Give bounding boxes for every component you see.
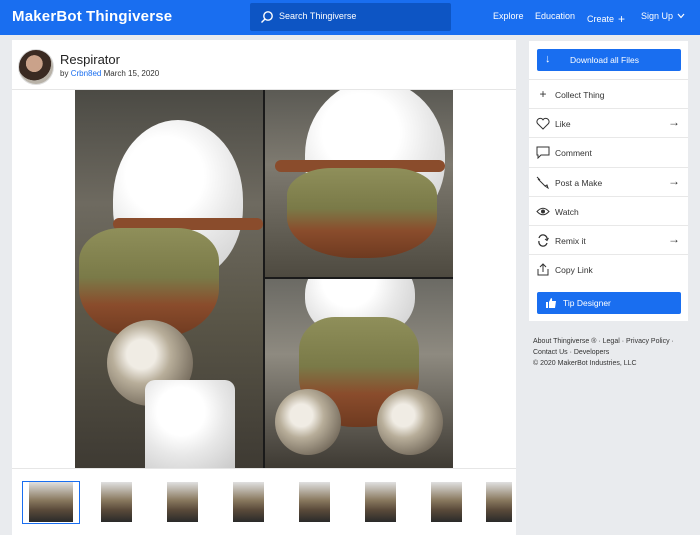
thing-main-card: Respirator by Crbn8ed March 15, 2020	[12, 40, 516, 535]
footer-copyright: © 2020 MakerBot Industries, LLC	[533, 360, 637, 367]
thumbnail[interactable]	[299, 482, 330, 522]
logo-makerbot-text: MakerBot	[12, 8, 82, 25]
nav-education[interactable]: Education	[535, 11, 575, 21]
thumbnail[interactable]	[29, 482, 73, 522]
arrow-right-icon: →	[668, 115, 680, 129]
footer-row-2: Contact Us · Developers	[533, 349, 610, 356]
tip-designer-button[interactable]: Tip Designer	[537, 292, 681, 314]
mask-body	[287, 168, 437, 258]
byline-by: by	[60, 69, 69, 78]
footer-row-1: About Thingiverse ® · Legal · Privacy Po…	[533, 338, 674, 345]
nav-signup-label: Sign Up	[641, 11, 674, 21]
action-label: Like	[555, 119, 571, 129]
thumbnail[interactable]	[365, 482, 396, 522]
footer-row-3: © 2020 MakerBot Industries, LLC	[533, 358, 693, 369]
footer-legal-link[interactable]: Legal	[603, 338, 620, 345]
image-panel-side-view	[75, 90, 263, 468]
action-label: Remix it	[555, 236, 586, 246]
comment-action[interactable]: Comment	[529, 137, 688, 166]
collect-thing-action[interactable]: + Collect Thing	[529, 79, 688, 108]
arrow-right-icon: →	[668, 232, 680, 246]
nav-signup[interactable]: Sign Up	[641, 11, 685, 21]
remix-it-action[interactable]: Remix it →	[529, 225, 688, 254]
share-icon	[537, 263, 549, 276]
copy-link-action[interactable]: Copy Link	[529, 254, 688, 283]
publish-date: March 15, 2020	[103, 69, 160, 78]
comment-icon	[536, 146, 550, 159]
thumbnail[interactable]	[486, 482, 512, 522]
nav-explore[interactable]: Explore	[493, 11, 524, 21]
like-action[interactable]: Like →	[529, 108, 688, 137]
post-a-make-action[interactable]: Post a Make →	[529, 167, 688, 196]
logo-thingiverse-text: Thingiverse	[85, 8, 173, 25]
main-image[interactable]	[75, 90, 453, 468]
top-navigation-bar: MakerBot Thingiverse Search Thingiverse E…	[0, 0, 700, 35]
watch-action[interactable]: Watch	[529, 196, 688, 225]
chevron-down-icon	[677, 13, 685, 19]
action-label: Post a Make	[555, 178, 603, 188]
footer-contact-link[interactable]: Contact Us	[533, 349, 568, 356]
thing-title: Respirator	[60, 52, 120, 67]
thing-actions-card: ↓ Download all Files + Collect Thing Lik…	[529, 41, 688, 321]
mask-filter-left	[275, 389, 341, 455]
thumbnail-strip	[12, 468, 516, 535]
download-all-files-button[interactable]: ↓ Download all Files	[537, 49, 681, 71]
plus-icon: +	[618, 12, 626, 26]
footer-privacy-link[interactable]: Privacy Policy	[626, 338, 670, 345]
thumbnail[interactable]	[167, 482, 198, 522]
makerbot-thingiverse-logo[interactable]: MakerBot Thingiverse	[12, 8, 172, 25]
search-placeholder: Search Thingiverse	[279, 11, 357, 21]
nav-create[interactable]: Create +	[587, 11, 626, 26]
thing-byline: by Crbn8ed March 15, 2020	[60, 69, 159, 78]
eye-icon	[536, 207, 550, 216]
image-panel-top-view	[265, 90, 453, 277]
image-panel-front-view	[265, 279, 453, 468]
tip-label: Tip Designer	[563, 298, 611, 308]
plus-icon: +	[539, 87, 547, 101]
author-avatar[interactable]	[18, 49, 54, 85]
footer-about-link[interactable]: About Thingiverse ®	[533, 338, 596, 345]
heart-icon	[536, 117, 550, 130]
thumbnail[interactable]	[431, 482, 462, 522]
remix-icon	[538, 234, 549, 247]
mask-filter-right	[377, 389, 443, 455]
arrow-right-icon: →	[668, 174, 680, 188]
author-link[interactable]: Crbn8ed	[71, 69, 102, 78]
search-icon	[261, 11, 273, 23]
footer-developers-link[interactable]: Developers	[574, 349, 609, 356]
thumbs-up-icon	[546, 298, 556, 308]
thumbnail[interactable]	[233, 482, 264, 522]
action-label: Collect Thing	[555, 90, 605, 100]
download-icon: ↓	[545, 53, 551, 65]
sidebar-footer: About Thingiverse ® · Legal · Privacy Po…	[533, 336, 693, 369]
action-label: Copy Link	[555, 265, 593, 275]
search-input[interactable]: Search Thingiverse	[250, 3, 451, 31]
action-label: Watch	[555, 207, 579, 217]
thumbnail[interactable]	[101, 482, 132, 522]
brush-icon	[536, 176, 549, 189]
action-label: Comment	[555, 148, 592, 158]
mannequin-neck	[145, 380, 235, 468]
download-label: Download all Files	[570, 55, 639, 65]
nav-create-label: Create	[587, 14, 615, 24]
